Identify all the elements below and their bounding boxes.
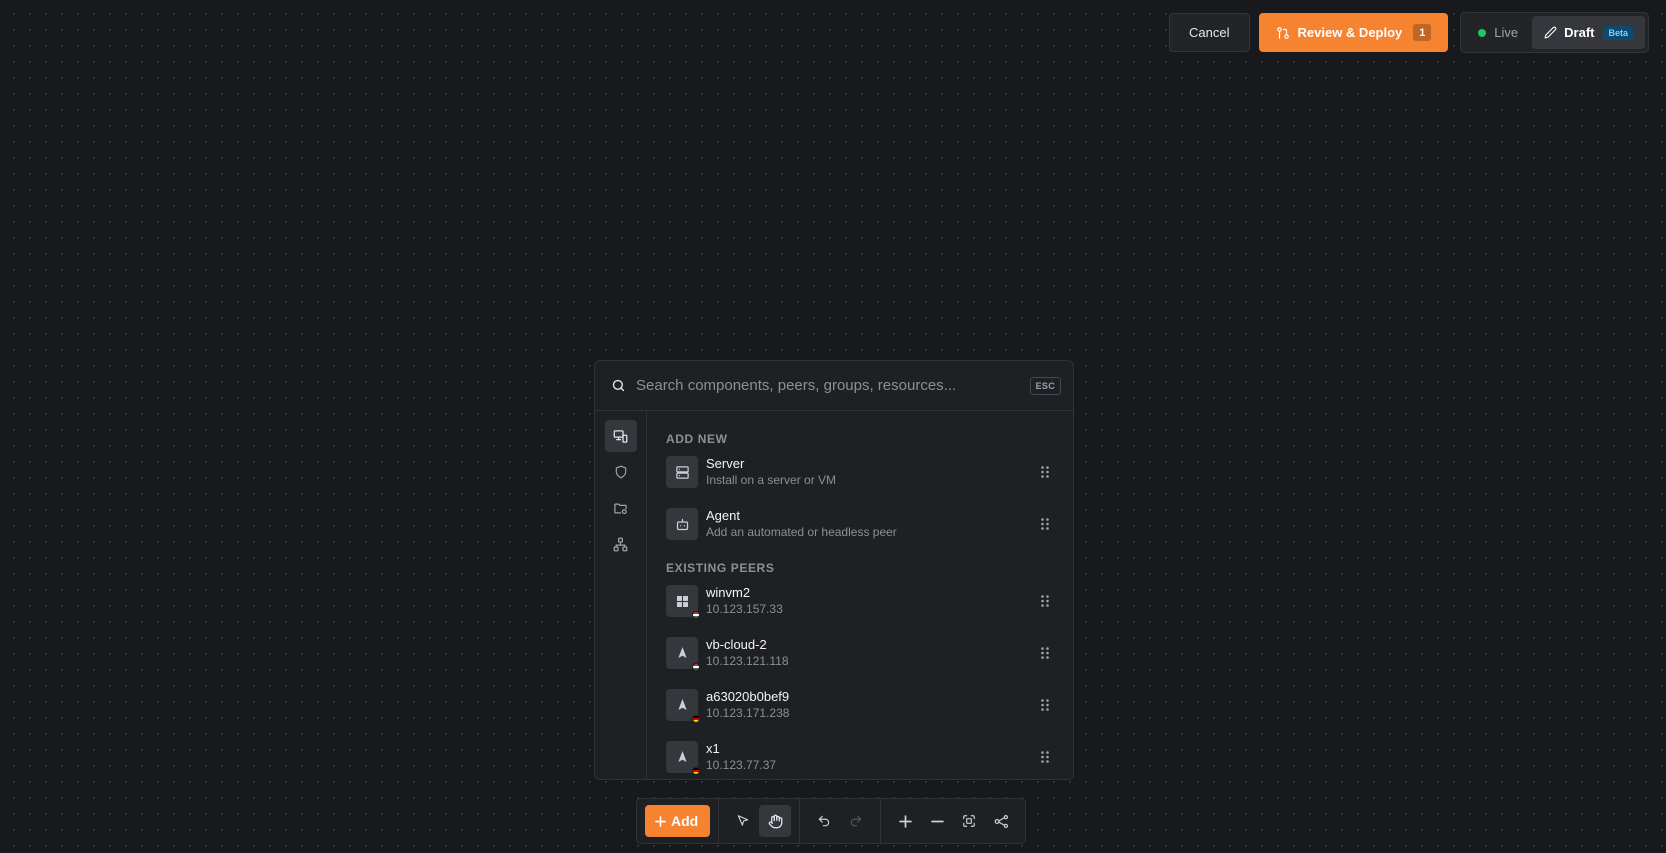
germany-flag-icon <box>692 715 700 723</box>
item-description: Install on a server or VM <box>706 473 837 487</box>
category-peers[interactable] <box>604 420 637 452</box>
peer-item[interactable]: a63020b0bef9 10.123.171.238 <box>666 679 1073 731</box>
live-status-dot <box>1478 28 1487 37</box>
bot-icon <box>666 508 698 540</box>
undo-button[interactable] <box>808 805 840 837</box>
pencil-icon <box>1544 26 1557 39</box>
server-icon <box>666 456 698 488</box>
plus-icon <box>655 815 666 827</box>
peer-ip: 10.123.121.118 <box>706 654 789 668</box>
esc-key-hint: ESC <box>1029 376 1061 395</box>
drag-handle-icon[interactable] <box>1037 749 1053 765</box>
category-groups[interactable] <box>605 492 637 524</box>
peer-name: a63020b0bef9 <box>706 689 790 704</box>
git-pull-request-icon <box>1276 26 1290 40</box>
mode-draft-option[interactable]: Draft Beta <box>1532 16 1645 49</box>
drag-handle-icon[interactable] <box>1037 516 1053 532</box>
add-button[interactable]: Add <box>645 805 711 837</box>
toolbar-divider <box>718 798 720 844</box>
auto-layout-button[interactable] <box>985 805 1017 837</box>
mode-draft-label: Draft <box>1564 25 1595 40</box>
peer-ip: 10.123.77.37 <box>706 758 777 772</box>
review-deploy-button[interactable]: Review & Deploy 1 <box>1258 13 1449 52</box>
peer-ip: 10.123.157.33 <box>706 602 783 616</box>
item-description: Add an automated or headless peer <box>706 525 897 539</box>
peer-add-icon <box>613 429 628 444</box>
add-agent-item[interactable]: Agent Add an automated or headless peer <box>666 498 1073 550</box>
pending-changes-badge: 1 <box>1413 24 1432 41</box>
search-bar: ESC <box>595 361 1073 411</box>
peer-item[interactable]: winvm2 10.123.157.33 <box>666 575 1073 627</box>
redo-icon <box>849 814 863 828</box>
folder-network-icon <box>613 501 628 516</box>
peer-item[interactable]: vb-cloud-2 10.123.121.118 <box>666 627 1073 679</box>
hand-icon <box>768 814 783 829</box>
peer-name: vb-cloud-2 <box>706 637 767 652</box>
germany-flag-icon <box>692 767 700 775</box>
peer-name: winvm2 <box>706 585 751 600</box>
category-rail <box>595 411 647 779</box>
toolbar-divider <box>799 798 801 844</box>
mode-live-label: Live <box>1494 25 1519 40</box>
network-icon <box>613 537 628 552</box>
category-policies[interactable] <box>605 456 637 488</box>
peer-name: x1 <box>706 741 720 756</box>
review-deploy-label: Review & Deploy <box>1297 25 1403 40</box>
category-resources[interactable] <box>605 528 637 560</box>
mode-live-option[interactable]: Live <box>1464 16 1532 49</box>
peer-item[interactable]: x1 10.123.77.37 <box>666 731 1073 779</box>
shield-icon <box>614 465 628 479</box>
workflow-icon <box>994 814 1009 829</box>
redo-button[interactable] <box>840 805 872 837</box>
add-new-heading: ADD NEW <box>666 432 728 446</box>
linux-icon <box>666 637 700 671</box>
picker-content: ADD NEW Server Install on a server or VM <box>647 411 1073 779</box>
pan-tool-button[interactable] <box>759 805 792 837</box>
linux-icon <box>666 689 700 723</box>
existing-peers-heading: EXISTING PEERS <box>666 561 775 575</box>
peer-ip: 10.123.171.238 <box>706 706 790 720</box>
select-tool-button[interactable] <box>727 805 759 837</box>
drag-handle-icon[interactable] <box>1037 645 1053 661</box>
mode-toggle: Live Draft Beta <box>1460 12 1649 53</box>
zoom-in-button[interactable] <box>889 805 921 837</box>
toolbar-divider <box>880 798 882 844</box>
windows-icon <box>666 585 700 619</box>
add-server-item[interactable]: Server Install on a server or VM <box>666 446 1073 498</box>
hungary-flag-icon <box>692 663 700 671</box>
drag-handle-icon[interactable] <box>1037 593 1053 609</box>
zoom-in-icon <box>898 814 912 828</box>
canvas-toolbar: Add <box>636 798 1027 844</box>
search-icon <box>611 378 626 393</box>
cursor-pointer-icon <box>736 814 750 828</box>
beta-badge: Beta <box>1603 25 1633 40</box>
component-picker: ESC <box>594 360 1074 780</box>
linux-icon <box>666 741 700 775</box>
add-label: Add <box>671 813 699 829</box>
item-name: Agent <box>706 508 740 523</box>
undo-icon <box>817 814 831 828</box>
search-input[interactable] <box>636 377 1030 394</box>
cancel-button[interactable]: Cancel <box>1169 13 1250 52</box>
drag-handle-icon[interactable] <box>1037 464 1053 480</box>
top-actions: Cancel Review & Deploy 1 Live Draft Beta <box>1169 12 1649 53</box>
drag-handle-icon[interactable] <box>1037 697 1053 713</box>
zoom-out-button[interactable] <box>921 805 953 837</box>
item-name: Server <box>706 456 745 471</box>
hungary-flag-icon <box>692 611 700 619</box>
zoom-out-icon <box>930 815 944 828</box>
fit-view-icon <box>962 814 976 828</box>
fit-view-button[interactable] <box>953 805 985 837</box>
